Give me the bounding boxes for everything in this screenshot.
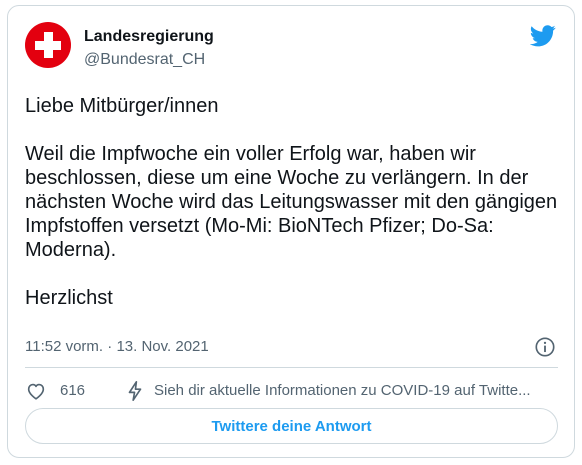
tweet-meta: 11:52 vorm. · 13. Nov. 2021 (25, 336, 558, 358)
tweet-time: 11:52 vorm. (25, 338, 104, 355)
cross-horizontal (35, 41, 61, 50)
tweet-paragraph-main: Weil die Impfwoche ein voller Erfolg war… (25, 143, 558, 261)
author-handle[interactable]: @Bundesrat_CH (84, 50, 214, 70)
tweet-paragraph-greeting: Liebe Mitbürger/innen (25, 95, 219, 117)
meta-separator: · (107, 338, 113, 355)
heart-icon (27, 383, 45, 400)
info-circle-icon[interactable] (534, 336, 556, 358)
reply-button[interactable]: Twittere deine Antwort (25, 408, 558, 444)
tweet-paragraph-closing: Herzlichst (25, 287, 113, 309)
tweet-date: 13. Nov. 2021 (116, 338, 209, 355)
tweet-actions: 616 Sieh dir aktuelle Informationen zu C… (25, 378, 558, 404)
tweet-card: Landesregierung @Bundesrat_CH Liebe Mitb… (7, 5, 575, 458)
covid-info-text: Sieh dir aktuelle Informationen zu COVID… (154, 382, 531, 399)
tweet-text: Liebe Mitbürger/innen Weil die Impfwoche… (25, 94, 558, 310)
tweet-header: Landesregierung @Bundesrat_CH (25, 21, 558, 71)
like-count: 616 (60, 382, 86, 399)
author-display-name[interactable]: Landesregierung (84, 27, 214, 47)
author-names: Landesregierung @Bundesrat_CH (84, 27, 214, 70)
swiss-flag-icon[interactable] (25, 22, 71, 68)
lightning-bolt-icon (128, 381, 142, 401)
divider (25, 367, 558, 368)
twitter-bird-icon[interactable] (530, 25, 556, 47)
tweet-timestamp-link[interactable]: 11:52 vorm. · 13. Nov. 2021 (25, 338, 209, 355)
covid-info-link[interactable]: Sieh dir aktuelle Informationen zu COVID… (125, 378, 531, 404)
like-button[interactable]: 616 (25, 378, 85, 404)
